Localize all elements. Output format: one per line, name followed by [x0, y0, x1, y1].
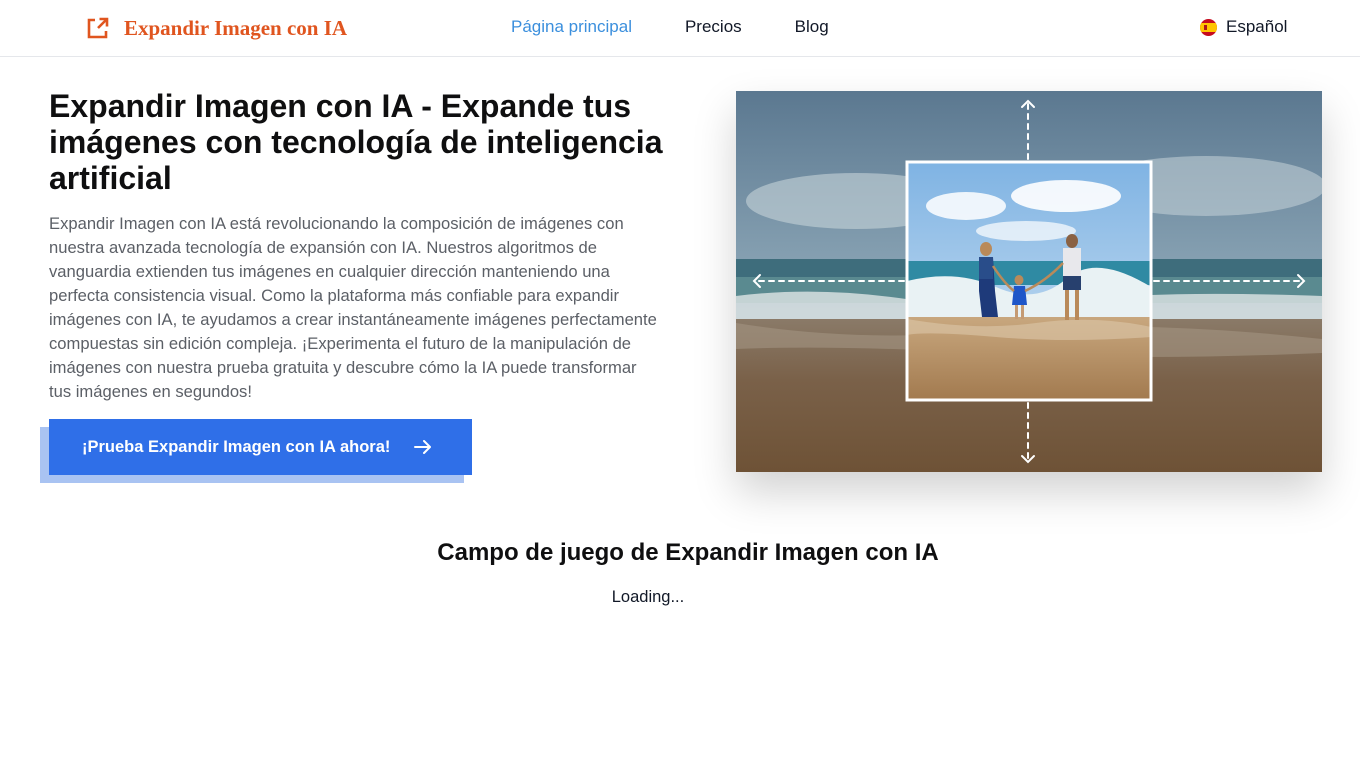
- language-label: Español: [1226, 17, 1288, 36]
- hero-expansion-illustration: [736, 91, 1322, 472]
- main-nav: Página principal Precios Blog: [511, 17, 829, 37]
- spain-flag-icon: [1200, 18, 1217, 36]
- playground-loading-status: Loading...: [611, 588, 685, 606]
- hero-title: Expandir Imagen con IA - Expande tus imá…: [49, 88, 663, 196]
- brand-logo-link[interactable]: Expandir Imagen con IA: [86, 15, 347, 41]
- language-selector[interactable]: Español: [1200, 17, 1287, 37]
- nav-pricing-link[interactable]: Precios: [685, 17, 742, 37]
- site-header: Expandir Imagen con IA Página principal …: [0, 0, 1360, 57]
- brand-name: Expandir Imagen con IA: [124, 15, 348, 40]
- try-now-button[interactable]: ¡Prueba Expandir Imagen con IA ahora!: [49, 419, 472, 475]
- hero-description: Expandir Imagen con IA está revolucionan…: [49, 214, 657, 401]
- playground-title: Campo de juego de Expandir Imagen con IA: [437, 539, 939, 566]
- try-now-label: ¡Prueba Expandir Imagen con IA ahora!: [82, 437, 391, 456]
- nav-blog-link[interactable]: Blog: [795, 17, 829, 37]
- nav-home-link[interactable]: Página principal: [511, 17, 632, 37]
- external-link-icon: [86, 17, 109, 40]
- arrow-right-icon: [414, 440, 432, 454]
